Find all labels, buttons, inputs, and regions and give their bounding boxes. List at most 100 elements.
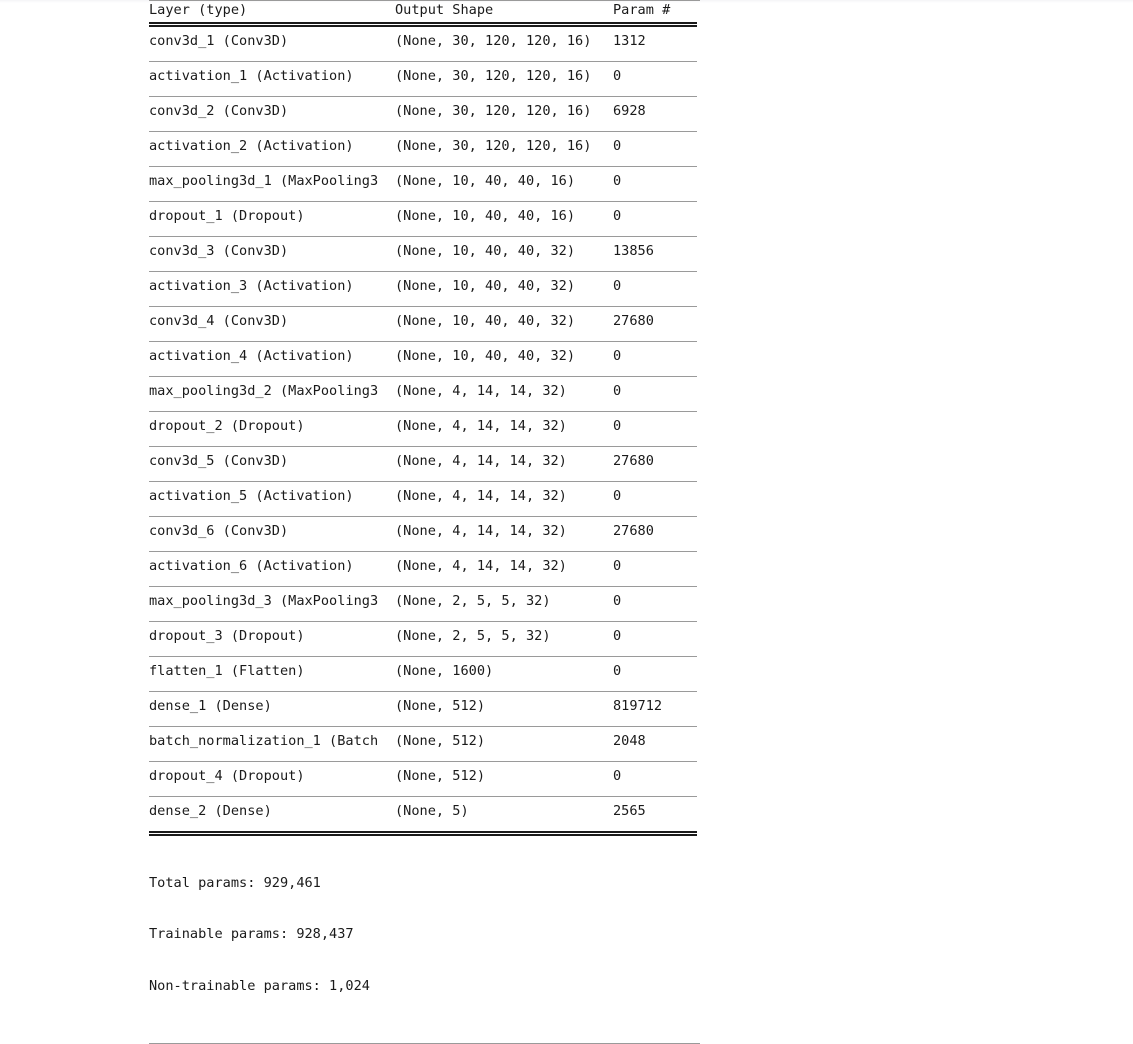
table-row: dropout_2 (Dropout) (None, 4, 14, 14, 32)… [149,412,697,446]
table-row: dropout_1 (Dropout) (None, 10, 40, 40, 16… [149,202,697,236]
table-row: activation_6 (Activation) (None, 4, 14, 1… [149,552,697,586]
layer-name: dense_1 (Dense) [149,698,272,714]
layer-name: max_pooling3d_3 (MaxPooling3 [149,593,379,609]
layer-name: activation_2 (Activation) [149,138,354,154]
layer-name: activation_4 (Activation) [149,348,354,364]
table-row: max_pooling3d_3 (MaxPooling3 (None, 2, 5,… [149,587,697,621]
summary-header-row: Layer (type) Output Shape Param # [149,1,697,22]
trainable-params: Trainable params: 928,437 [149,926,354,943]
table-row: dropout_3 (Dropout) (None, 2, 5, 5, 32) 0 [149,622,697,656]
layer-param-count: 0 [613,628,622,644]
table-row: conv3d_4 (Conv3D) (None, 10, 40, 40, 32) 2… [149,307,697,341]
layer-name: conv3d_6 (Conv3D) [149,523,289,539]
layer-param-count: 819712 [613,698,663,714]
layer-param-count: 0 [613,348,622,364]
table-row: conv3d_1 (Conv3D) (None, 30, 120, 120, 16… [149,27,697,61]
table-row: max_pooling3d_1 (MaxPooling3 (None, 10, 4… [149,167,697,201]
layer-name: dense_2 (Dense) [149,803,272,819]
layer-name: dropout_2 (Dropout) [149,418,305,434]
layer-name: activation_1 (Activation) [149,68,354,84]
table-row: flatten_1 (Flatten) (None, 1600) 0 [149,657,697,691]
layer-param-count: 0 [613,68,622,84]
layer-param-count: 27680 [613,313,654,329]
column-header-param: Param # [613,2,671,18]
layer-output-shape: (None, 10, 40, 40, 16) [395,208,576,224]
layer-param-count: 0 [613,663,622,679]
layer-output-shape: (None, 512) [395,698,486,714]
layer-name: dropout_4 (Dropout) [149,768,305,784]
table-row: dense_1 (Dense) (None, 512) 819712 [149,692,697,726]
layer-output-shape: (None, 1600) [395,663,494,679]
table-row: activation_5 (Activation) (None, 4, 14, 1… [149,482,697,516]
layer-output-shape: (None, 30, 120, 120, 16) [395,138,592,154]
layer-param-count: 2565 [613,803,646,819]
layer-param-count: 0 [613,383,622,399]
table-row: max_pooling3d_2 (MaxPooling3 (None, 4, 14… [149,377,697,411]
layer-name: conv3d_3 (Conv3D) [149,243,289,259]
layer-param-count: 13856 [613,243,654,259]
table-row: conv3d_5 (Conv3D) (None, 4, 14, 14, 32) 27… [149,447,697,481]
column-header-layer: Layer (type) [149,2,248,18]
layer-output-shape: (None, 4, 14, 14, 32) [395,558,567,574]
layer-output-shape: (None, 2, 5, 5, 32) [395,593,551,609]
layer-output-shape: (None, 4, 14, 14, 32) [395,383,567,399]
layer-output-shape: (None, 4, 14, 14, 32) [395,523,567,539]
layer-output-shape: (None, 4, 14, 14, 32) [395,453,567,469]
layer-name: max_pooling3d_2 (MaxPooling3 [149,383,379,399]
layer-output-shape: (None, 512) [395,768,486,784]
table-row: activation_4 (Activation) (None, 10, 40, … [149,342,697,376]
layer-name: dropout_1 (Dropout) [149,208,305,224]
layer-name: activation_6 (Activation) [149,558,354,574]
summary-footer: Total params: 929,461 Trainable params: … [149,840,697,1030]
layer-param-count: 2048 [613,733,646,749]
table-row: dense_2 (Dense) (None, 5) 2565 [149,797,697,831]
layer-name: flatten_1 (Flatten) [149,663,305,679]
total-params: Total params: 929,461 [149,874,321,891]
layer-output-shape: (None, 10, 40, 40, 32) [395,243,576,259]
layer-output-shape: (None, 10, 40, 40, 32) [395,278,576,294]
layer-name: conv3d_5 (Conv3D) [149,453,289,469]
layer-name: conv3d_2 (Conv3D) [149,103,289,119]
layer-output-shape: (None, 512) [395,733,486,749]
layer-output-shape: (None, 5) [395,803,469,819]
layer-param-count: 27680 [613,453,654,469]
layer-output-shape: (None, 2, 5, 5, 32) [395,628,551,644]
table-row: batch_normalization_1 (Batch (None, 512) 2… [149,727,697,761]
layer-param-count: 0 [613,768,622,784]
table-row: conv3d_6 (Conv3D) (None, 4, 14, 14, 32) 27… [149,517,697,551]
layer-name: activation_5 (Activation) [149,488,354,504]
table-row: activation_1 (Activation) (None, 30, 120,… [149,62,697,96]
layer-param-count: 6928 [613,103,646,119]
layer-param-count: 1312 [613,33,646,49]
layer-output-shape: (None, 10, 40, 40, 32) [395,313,576,329]
layer-param-count: 0 [613,278,622,294]
column-header-output-shape: Output Shape [395,2,494,18]
layer-param-count: 0 [613,558,622,574]
layer-param-count: 0 [613,208,622,224]
layer-name: conv3d_1 (Conv3D) [149,33,289,49]
layer-name: batch_normalization_1 (Batch [149,733,379,749]
layer-name: max_pooling3d_1 (MaxPooling3 [149,173,379,189]
layer-name: dropout_3 (Dropout) [149,628,305,644]
layer-param-count: 0 [613,173,622,189]
table-row: activation_3 (Activation) (None, 10, 40, … [149,272,697,306]
layer-param-count: 0 [613,418,622,434]
layer-output-shape: (None, 4, 14, 14, 32) [395,418,567,434]
layer-output-shape: (None, 30, 120, 120, 16) [395,33,592,49]
layer-output-shape: (None, 30, 120, 120, 16) [395,103,592,119]
layer-param-count: 0 [613,138,622,154]
layer-param-count: 27680 [613,523,654,539]
layer-name: conv3d_4 (Conv3D) [149,313,289,329]
table-row: activation_2 (Activation) (None, 30, 120,… [149,132,697,166]
layer-output-shape: (None, 4, 14, 14, 32) [395,488,567,504]
non-trainable-params: Non-trainable params: 1,024 [149,978,370,995]
summary-rows: conv3d_1 (Conv3D) (None, 30, 120, 120, 16… [149,27,697,831]
table-row: dropout_4 (Dropout) (None, 512) 0 [149,762,697,796]
layer-param-count: 0 [613,488,622,504]
layer-output-shape: (None, 10, 40, 40, 32) [395,348,576,364]
table-row: conv3d_3 (Conv3D) (None, 10, 40, 40, 32) 1… [149,237,697,271]
layer-output-shape: (None, 10, 40, 40, 16) [395,173,576,189]
layer-output-shape: (None, 30, 120, 120, 16) [395,68,592,84]
model-summary: Layer (type) Output Shape Param # conv3d… [149,0,700,1044]
table-row: conv3d_2 (Conv3D) (None, 30, 120, 120, 16… [149,97,697,131]
